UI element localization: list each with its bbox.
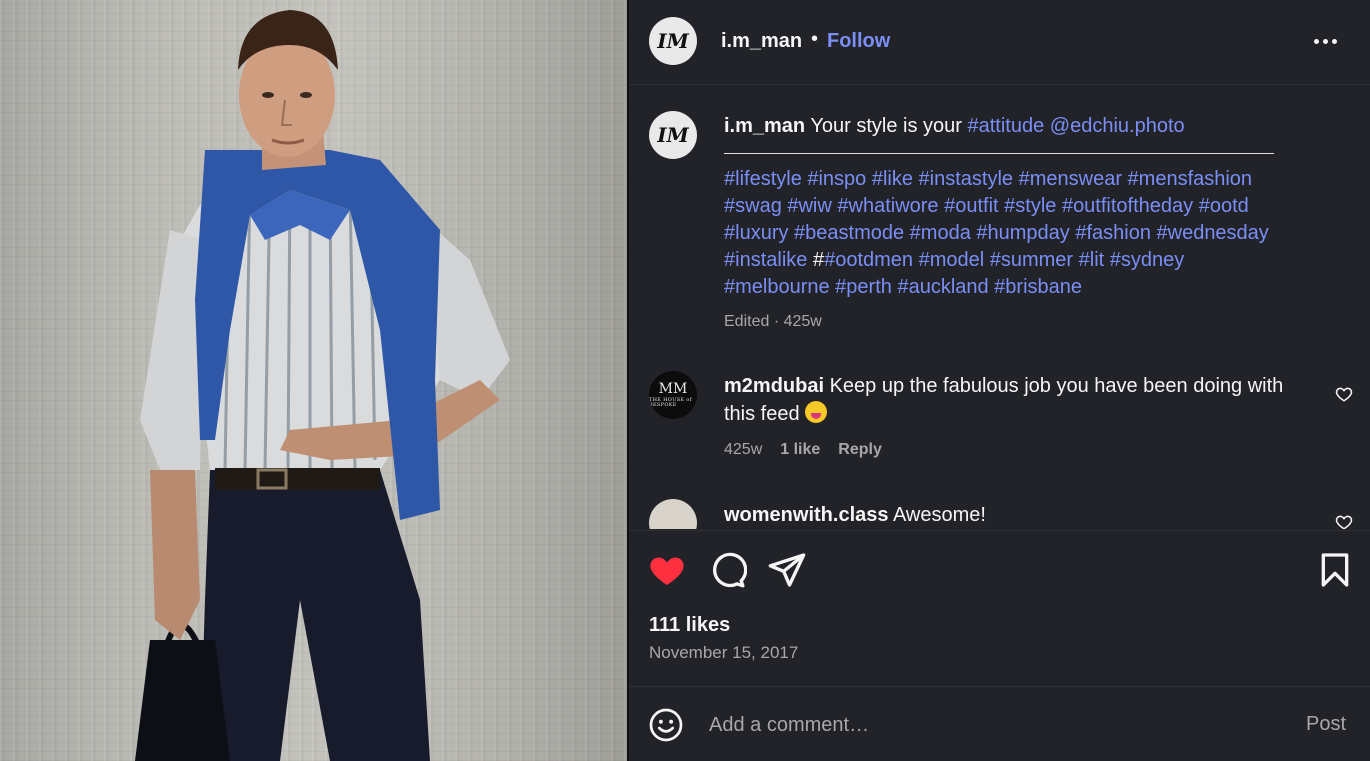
caption-meta: Edited · 425w: [724, 313, 822, 330]
hashtag-link[interactable]: #attitude: [967, 115, 1044, 137]
save-bookmark-icon[interactable]: [1315, 550, 1355, 590]
comment-text: Awesome!: [892, 504, 986, 526]
more-options-icon[interactable]: [1312, 28, 1338, 54]
caption-text: Your style is your: [810, 115, 962, 137]
caption-rule: [724, 146, 1274, 154]
like-heart-icon[interactable]: [647, 550, 687, 590]
hashtag-line[interactable]: #instalike: [724, 249, 807, 271]
emoji-picker-icon[interactable]: [648, 707, 684, 743]
comment-composer: Post: [629, 686, 1370, 761]
comment-icon[interactable]: [707, 550, 747, 590]
hashtag-line[interactable]: #luxury #beastmode #moda #humpday #fashi…: [724, 222, 1269, 244]
comments-list[interactable]: MM THE HOUSE of BESPOKE m2mdubai Keep up…: [629, 358, 1370, 529]
comment-username[interactable]: m2mdubai: [724, 375, 824, 397]
man-illustration: [135, 10, 510, 761]
actions-divider: [629, 530, 1370, 531]
likes-count[interactable]: 111 likes: [649, 614, 730, 637]
follow-button[interactable]: Follow: [827, 30, 890, 53]
header-divider: [629, 84, 1370, 85]
share-icon[interactable]: [767, 550, 807, 590]
commenter-avatar-monogram: MM: [658, 381, 688, 397]
comment-item: womenwith.class Awesome!: [724, 501, 1304, 529]
author-username[interactable]: i.m_man: [721, 30, 802, 53]
post-actions: [629, 540, 1370, 600]
header-separator: •: [811, 28, 819, 50]
add-comment-input[interactable]: [709, 709, 1269, 741]
stray-hash: #: [812, 249, 825, 271]
hashtag-line[interactable]: #swag #wiw #whatiwore #outfit #style #ou…: [724, 195, 1249, 217]
comment-age: 425w: [724, 441, 763, 458]
hashtag-line[interactable]: #lifestyle #inspo #like #instastyle #men…: [724, 168, 1252, 190]
post-comment-button[interactable]: Post: [1306, 713, 1346, 736]
post-caption: i.m_man Your style is your #attitude @ed…: [724, 113, 1324, 301]
comment-likes[interactable]: 1 like: [780, 441, 820, 459]
commenter-avatar[interactable]: [649, 499, 697, 529]
emoji-icon: [805, 401, 828, 423]
mention-link[interactable]: @edchiu.photo: [1050, 115, 1185, 137]
comment-meta: 425w 1 like Reply: [724, 441, 882, 459]
caption-author-avatar[interactable]: IM: [649, 111, 697, 159]
commenter-avatar-subtext: THE HOUSE of BESPOKE: [649, 397, 692, 408]
post-photo[interactable]: [0, 0, 627, 761]
commenter-avatar[interactable]: MM THE HOUSE of BESPOKE: [649, 371, 697, 419]
comment-item: m2mdubai Keep up the fabulous job you ha…: [724, 372, 1304, 428]
like-comment-heart-icon[interactable]: [1335, 513, 1353, 529]
like-comment-heart-icon[interactable]: [1335, 385, 1353, 403]
post-date: November 15, 2017: [649, 643, 799, 662]
caption-username[interactable]: i.m_man: [724, 115, 805, 137]
author-avatar[interactable]: IM: [649, 17, 697, 65]
hashtag-line[interactable]: #melbourne #perth #auckland #brisbane: [724, 276, 1082, 298]
hashtag-line[interactable]: #ootdmen #model #summer #lit #sydney: [824, 249, 1184, 271]
comment-username[interactable]: womenwith.class: [724, 504, 889, 526]
reply-button[interactable]: Reply: [838, 441, 882, 459]
post-details-panel: IM i.m_man • Follow IM i.m_man Your styl…: [629, 0, 1370, 761]
